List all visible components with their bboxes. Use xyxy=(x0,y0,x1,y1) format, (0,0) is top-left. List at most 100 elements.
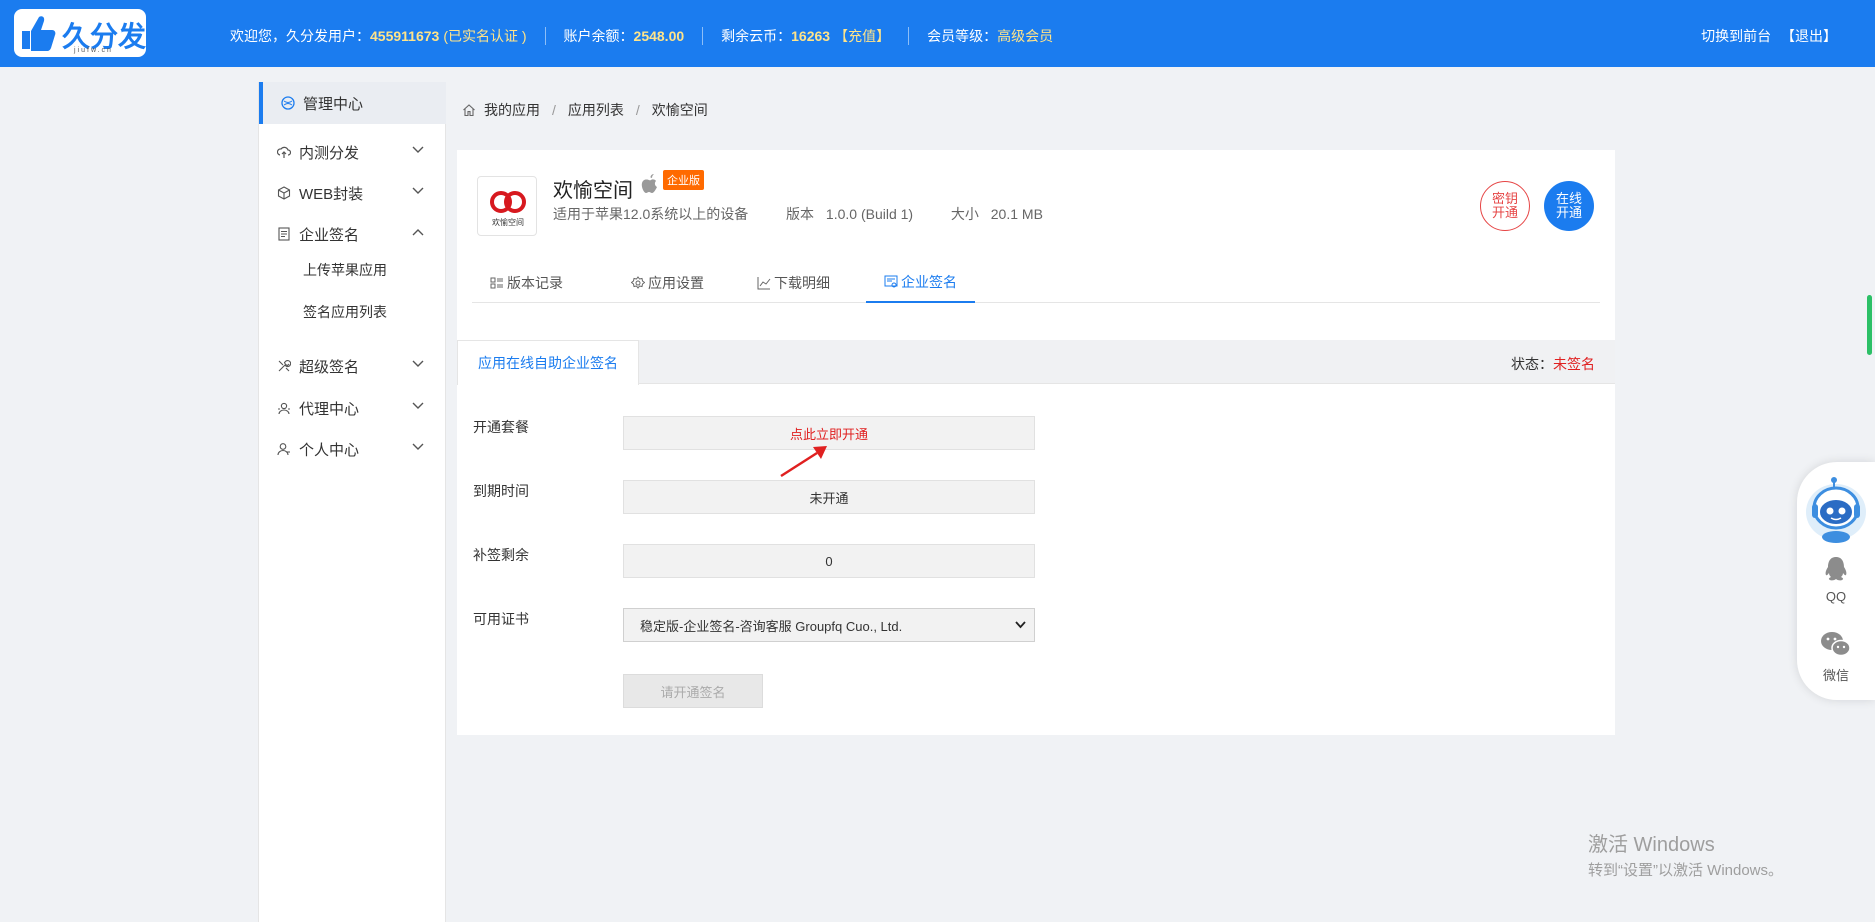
tab-version-history[interactable]: 版本记录 xyxy=(490,263,563,303)
sidebar-item-enterprise-sign[interactable]: 企业签名 xyxy=(259,216,446,252)
cloud-upload-icon xyxy=(277,145,291,159)
top-header: 久分发 jiufw.cn 欢迎您，久分发用户： 455911673 (已实名认证… xyxy=(0,0,1875,67)
tools-icon xyxy=(277,359,291,373)
submit-label: 请开通签名 xyxy=(660,684,726,700)
app-icon-caption: 欢愉空间 xyxy=(492,217,524,227)
resign-value: 0 xyxy=(825,553,833,569)
coins-label: 剩余云币： xyxy=(721,28,792,44)
online-activate-button[interactable]: 在线 开通 xyxy=(1544,181,1594,231)
sidebar-item-label: 管理中心 xyxy=(303,95,364,113)
customer-service-float: QQ 微信 xyxy=(1797,462,1875,700)
sidebar-item-super-sign[interactable]: 超级签名 xyxy=(259,348,446,384)
switch-front-link[interactable]: 切换到前台 xyxy=(1701,28,1771,44)
qq-icon xyxy=(1825,557,1847,581)
enterprise-badge: 企业版 xyxy=(663,170,704,190)
windows-activation-watermark: 激活 Windows 转到“设置”以激活 Windows。 xyxy=(1588,828,1783,880)
panel-tab-label: 应用在线自助企业签名 xyxy=(478,355,618,371)
sidebar-item-personal-center[interactable]: 个人中心 xyxy=(259,431,446,467)
sign-status: 状态：未签名 xyxy=(1511,354,1595,374)
sidebar: 管理中心 内测分发 WEB封装 企业签名 上传苹果应用 签名应用列表 超级签名 … xyxy=(258,82,446,922)
cert-select[interactable]: 稳定版-企业签名-咨询客服 Groupfq Cuo., Ltd. xyxy=(623,608,1035,642)
watermark-line2: 转到“设置”以激活 Windows。 xyxy=(1588,862,1784,879)
coins-value: 16263 xyxy=(791,28,831,44)
expire-value: 未开通 xyxy=(809,490,849,506)
list-icon xyxy=(490,276,504,290)
sidebar-item-agent-center[interactable]: 代理中心 xyxy=(259,390,446,426)
divider xyxy=(908,27,910,45)
tab-download-details[interactable]: 下载明细 xyxy=(757,263,830,303)
qq-contact[interactable]: QQ xyxy=(1797,554,1875,604)
activate-sign-button[interactable]: 请开通签名 xyxy=(623,674,763,708)
breadcrumb-my-apps[interactable]: 我的应用 xyxy=(484,100,540,120)
breadcrumb: 我的应用 / 应用列表 / 欢愉空间 xyxy=(462,100,708,120)
scroll-indicator[interactable] xyxy=(1867,295,1872,355)
tab-enterprise-sign[interactable]: 企业签名 xyxy=(866,263,975,303)
app-compat: 适用于苹果12.0系统以上的设备 xyxy=(553,206,749,222)
chevron-down-icon xyxy=(412,187,424,194)
balance-label: 账户余额： xyxy=(563,28,634,44)
tab-label: 版本记录 xyxy=(507,275,563,291)
sidebar-subitem-upload-ios-app[interactable]: 上传苹果应用 xyxy=(303,260,387,280)
divider xyxy=(544,27,546,45)
cert-label: 可用证书 xyxy=(473,611,529,627)
chevron-down-icon xyxy=(412,146,424,153)
chart-icon xyxy=(757,276,771,290)
tab-app-settings[interactable]: 应用设置 xyxy=(631,263,704,303)
robot-assistant-icon[interactable] xyxy=(1801,474,1871,546)
wechat-contact[interactable]: 微信 xyxy=(1797,630,1875,684)
app-icon: 欢愉空间 xyxy=(477,176,537,236)
tab-label: 应用设置 xyxy=(648,275,704,291)
resign-label: 补签剩余 xyxy=(473,547,529,563)
sidebar-item-label: 企业签名 xyxy=(299,226,360,244)
breadcrumb-app-list[interactable]: 应用列表 xyxy=(568,100,624,120)
sidebar-item-label: 个人中心 xyxy=(299,441,360,459)
package-label: 开通套餐 xyxy=(473,419,529,435)
sidebar-item-dashboard[interactable]: 管理中心 xyxy=(259,82,446,124)
breadcrumb-separator: / xyxy=(635,102,640,118)
breadcrumb-separator: / xyxy=(552,102,556,118)
recharge-link[interactable]: 【充值】 xyxy=(834,26,890,46)
chevron-down-icon xyxy=(412,443,424,450)
logo-url: jiufw.cn xyxy=(74,47,113,54)
member-label: 会员等级： xyxy=(927,28,998,44)
user-id: 455911673 xyxy=(370,28,440,44)
sidebar-item-web-wrapper[interactable]: WEB封装 xyxy=(259,175,446,211)
sidebar-item-label: WEB封装 xyxy=(299,185,364,203)
sidebar-item-beta-distribution[interactable]: 内测分发 xyxy=(259,134,446,170)
app-meta: 适用于苹果12.0系统以上的设备 版本 1.0.0 (Build 1) 大小 2… xyxy=(553,204,1043,224)
wechat-label: 微信 xyxy=(1822,668,1849,683)
app-name: 欢愉空间 xyxy=(553,180,633,202)
tab-online-self-sign[interactable]: 应用在线自助企业签名 xyxy=(457,340,639,385)
welcome-prefix: 欢迎您，久分发用户： xyxy=(230,28,370,44)
status-value: 未签名 xyxy=(1553,356,1595,372)
breadcrumb-current: 欢愉空间 xyxy=(651,102,708,118)
divider xyxy=(702,27,704,45)
expire-field: 未开通 xyxy=(623,480,1035,514)
header-actions: 切换到前台 【退出】 xyxy=(1695,26,1837,46)
users-icon xyxy=(277,401,291,415)
tab-label: 下载明细 xyxy=(774,275,830,291)
size-value: 20.1 MB xyxy=(990,206,1043,222)
cert-value: 稳定版-企业签名-咨询客服 Groupfq Cuo., Ltd. xyxy=(640,618,903,634)
certificate-icon xyxy=(884,275,898,289)
sidebar-item-label: 内测分发 xyxy=(299,144,360,162)
key-activate-button[interactable]: 密钥 开通 xyxy=(1480,181,1530,231)
logo[interactable]: 久分发 jiufw.cn xyxy=(14,9,146,57)
chevron-down-icon xyxy=(412,402,424,409)
member-value: 高级会员 xyxy=(997,28,1054,44)
gear-icon xyxy=(631,276,645,290)
document-icon xyxy=(277,227,291,241)
cube-icon xyxy=(277,186,291,200)
sign-panel-header: 应用在线自助企业签名 状态：未签名 xyxy=(457,340,1615,385)
watermark-line1: 激活 Windows xyxy=(1588,834,1715,856)
sidebar-item-label: 代理中心 xyxy=(299,400,360,418)
sidebar-subitem-signed-app-list[interactable]: 签名应用列表 xyxy=(303,302,387,322)
logout-link[interactable]: 【退出】 xyxy=(1781,28,1837,44)
thumb-logo-icon xyxy=(22,16,56,51)
size-label: 大小 xyxy=(950,206,979,222)
resign-field: 0 xyxy=(623,544,1035,578)
app-detail-card: 欢愉空间 欢愉空间 企业版 适用于苹果12.0系统以上的设备 版本 1.0.0 … xyxy=(457,150,1615,735)
version-value: 1.0.0 (Build 1) xyxy=(825,206,914,222)
chevron-down-icon xyxy=(1015,621,1026,629)
chevron-down-icon xyxy=(412,360,424,367)
